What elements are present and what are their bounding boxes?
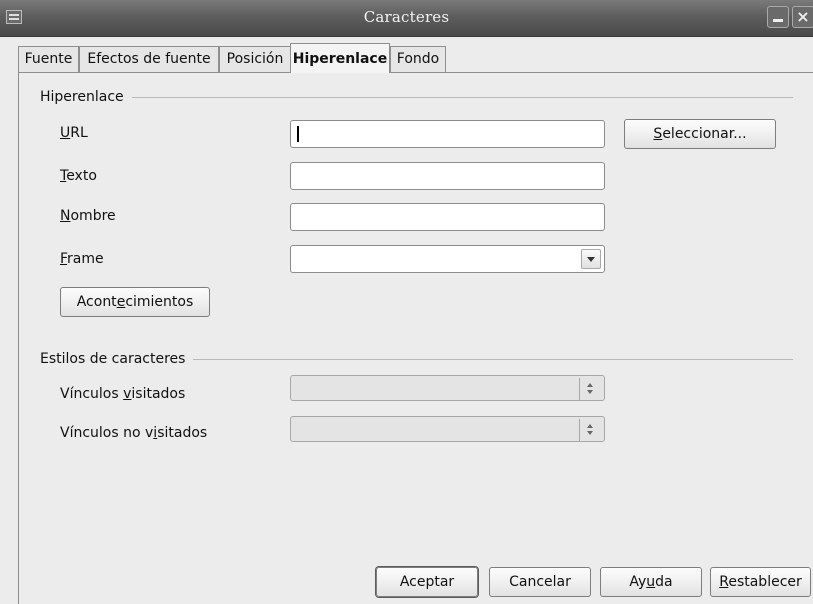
name-input[interactable] — [290, 203, 605, 231]
unvisited-links-label: Vínculos no visitados — [60, 425, 208, 441]
visited-links-select[interactable] — [290, 375, 605, 401]
window-title: Caracteres — [363, 8, 450, 26]
url-input[interactable] — [290, 120, 605, 148]
section-hyperlink-title: Hiperenlace — [40, 88, 132, 106]
section-char-styles-title: Estilos de caracteres — [40, 350, 194, 368]
chevron-down-icon[interactable] — [581, 249, 601, 269]
reset-button[interactable]: Restablecer — [710, 567, 811, 597]
tab-hiperenlace[interactable]: Hiperenlace — [290, 43, 390, 73]
cancel-button[interactable]: Cancelar — [489, 567, 591, 597]
tab-posicion[interactable]: Posición — [219, 46, 291, 72]
frame-combobox[interactable] — [290, 245, 605, 273]
section-divider — [40, 97, 793, 98]
minimize-icon[interactable] — [767, 6, 789, 28]
spinner-arrows-icon[interactable] — [579, 378, 601, 400]
text-cursor — [297, 126, 299, 142]
spinner-arrows-icon[interactable] — [579, 419, 601, 441]
events-button[interactable]: Acontecimientos — [60, 287, 210, 317]
tab-fuente[interactable]: Fuente — [18, 46, 79, 72]
tab-fondo[interactable]: Fondo — [390, 46, 446, 72]
unvisited-links-select[interactable] — [290, 416, 605, 442]
select-button[interactable]: Seleccionar... — [624, 119, 776, 149]
name-label: Nombre — [60, 208, 116, 224]
close-icon[interactable]: × — [792, 6, 813, 28]
visited-links-label: Vínculos visitados — [60, 386, 186, 402]
title-bar: Caracteres × — [0, 0, 813, 37]
url-label: URL — [60, 125, 88, 141]
text-label: Texto — [60, 168, 97, 184]
frame-label: Frame — [60, 251, 104, 267]
tab-panel — [18, 72, 813, 604]
ok-button[interactable]: Aceptar — [376, 567, 478, 597]
help-button[interactable]: Ayuda — [600, 567, 702, 597]
text-input[interactable] — [290, 162, 605, 190]
tab-efectos-de-fuente[interactable]: Efectos de fuente — [79, 46, 219, 72]
